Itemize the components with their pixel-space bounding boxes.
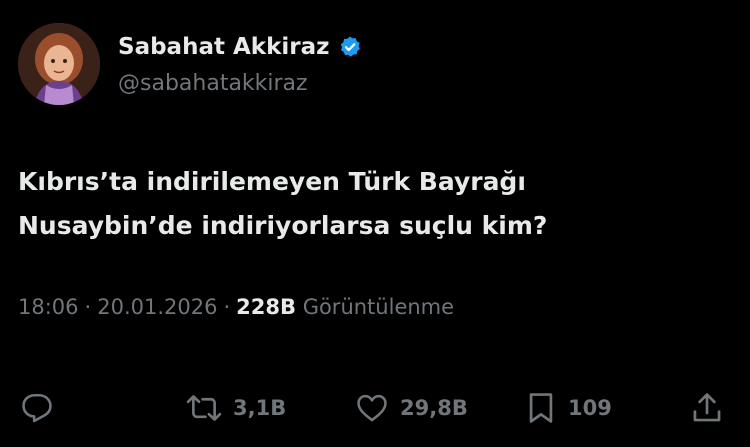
verified-badge-icon[interactable] bbox=[338, 35, 362, 59]
author-display-name[interactable]: Sabahat Akkiraz bbox=[118, 33, 330, 61]
bookmark-icon bbox=[529, 393, 553, 423]
reply-button[interactable] bbox=[20, 388, 54, 428]
share-button[interactable] bbox=[690, 388, 724, 428]
author-handle[interactable]: @sabahatakkiraz bbox=[118, 70, 308, 98]
retweet-count: 3,1B bbox=[233, 396, 287, 420]
meta-separator: · bbox=[84, 295, 92, 319]
share-icon bbox=[693, 393, 721, 422]
tweet-time[interactable]: 18:06 bbox=[18, 295, 79, 319]
like-count: 29,8B bbox=[400, 396, 468, 420]
tweet-text: Kıbrıs’ta indirilemeyen Türk Bayrağı Nus… bbox=[18, 160, 718, 248]
reply-icon bbox=[22, 393, 52, 423]
retweet-button[interactable]: 3,1B bbox=[185, 388, 286, 428]
heart-icon bbox=[357, 394, 387, 422]
avatar-image bbox=[18, 23, 100, 105]
tweet-text-line: Nusaybin’de indiriyorlarsa suçlu kim? bbox=[18, 211, 548, 240]
retweet-icon bbox=[186, 395, 222, 421]
bookmark-button[interactable]: 109 bbox=[524, 388, 612, 428]
tweet-meta: 18:06 · 20.01.2026 · 228B Görüntülenme bbox=[18, 293, 454, 321]
action-bar: 3,1B 29,8B 109 bbox=[0, 388, 750, 428]
like-button[interactable]: 29,8B bbox=[354, 388, 468, 428]
views-count: 228B bbox=[236, 295, 296, 319]
tweet-date[interactable]: 20.01.2026 bbox=[97, 295, 217, 319]
meta-separator: · bbox=[223, 295, 231, 319]
author-name-row: Sabahat Akkiraz bbox=[118, 33, 362, 61]
avatar[interactable] bbox=[18, 23, 100, 105]
tweet-text-line: Kıbrıs’ta indirilemeyen Türk Bayrağı bbox=[18, 167, 526, 196]
tweet-card: Sabahat Akkiraz @sabahatakkiraz Kıbrıs’t… bbox=[0, 0, 750, 447]
bookmark-count: 109 bbox=[568, 396, 612, 420]
views-label: Görüntülenme bbox=[302, 295, 455, 319]
